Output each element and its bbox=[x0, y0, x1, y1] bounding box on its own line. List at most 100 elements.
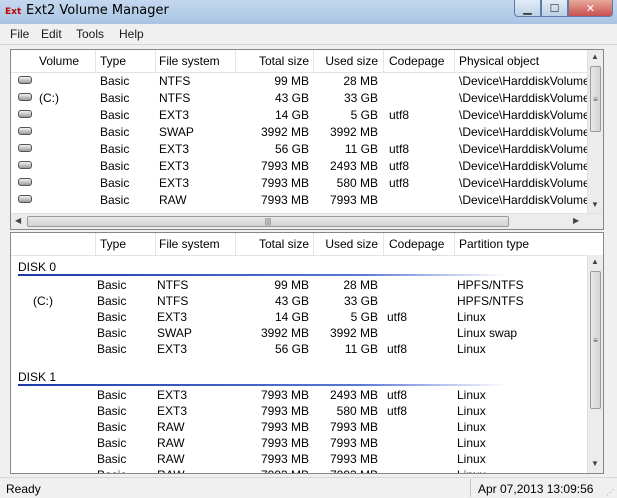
partition-row[interactable]: Basic RAW 7993 MB 7993 MB Linux bbox=[11, 450, 603, 467]
col-header-codepage[interactable]: Codepage bbox=[389, 237, 444, 251]
app-icon: Ext bbox=[5, 7, 22, 17]
maximize-button[interactable]: ☐ bbox=[541, 0, 568, 17]
scroll-left-icon[interactable]: ◀ bbox=[15, 216, 21, 225]
total-size-cell: 56 GB bbox=[274, 142, 309, 156]
used-size-cell: 33 GB bbox=[343, 91, 378, 105]
physical-object-cell: \Device\HarddiskVolume7 bbox=[459, 176, 597, 190]
menu-help[interactable]: Help bbox=[119, 27, 144, 41]
used-size-cell: 7993 MB bbox=[316, 468, 378, 473]
menu-edit[interactable]: Edit bbox=[41, 27, 62, 41]
status-datetime-panel: Apr 07,2013 13:09:56 bbox=[470, 479, 613, 497]
filesystem-cell: EXT3 bbox=[157, 342, 188, 356]
volume-row[interactable]: Basic EXT3 56 GB 11 GB utf8 \Device\HarddiskV… bbox=[11, 140, 603, 157]
partition-type-cell: Linux bbox=[457, 404, 486, 418]
scroll-down-icon[interactable]: ▼ bbox=[591, 200, 599, 209]
used-size-cell: 28 MB bbox=[343, 278, 378, 292]
codepage-cell: utf8 bbox=[387, 310, 408, 324]
partition-row[interactable]: Basic RAW 7993 MB 7993 MB Linux bbox=[11, 466, 603, 473]
type-cell: Basic bbox=[97, 310, 127, 324]
minimize-button[interactable]: ▁ bbox=[514, 0, 541, 17]
col-header-used-size[interactable]: Used size bbox=[316, 54, 378, 68]
filesystem-cell: RAW bbox=[157, 468, 185, 473]
used-size-cell: 11 GB bbox=[344, 342, 378, 356]
partition-row[interactable]: Basic RAW 7993 MB 7993 MB Linux bbox=[11, 418, 603, 435]
volume-row[interactable]: Basic RAW 7993 MB 7993 MB \Device\HarddiskVo… bbox=[11, 191, 603, 208]
disk-partition-list[interactable]: Type File system Total size Used size Co… bbox=[10, 232, 604, 474]
used-size-cell: 7993 MB bbox=[329, 436, 378, 450]
col-header-codepage[interactable]: Codepage bbox=[389, 54, 444, 68]
total-size-cell: 3992 MB bbox=[260, 326, 309, 340]
volume-row[interactable]: Basic EXT3 14 GB 5 GB utf8 \Device\HarddiskVo… bbox=[11, 106, 603, 123]
volume-list-hscroll-thumb[interactable]: ||| bbox=[27, 216, 509, 227]
col-header-used-size[interactable]: Used size bbox=[316, 237, 378, 251]
col-header-total-size[interactable]: Total size bbox=[238, 237, 309, 251]
col-header-total-size[interactable]: Total size bbox=[238, 54, 309, 68]
volume-list-vscrollbar[interactable]: ▲ ≡ ▼ bbox=[587, 50, 603, 214]
total-size-cell: 14 GB bbox=[274, 108, 309, 122]
used-size-cell: 11 GB bbox=[344, 142, 378, 156]
scroll-down-icon[interactable]: ▼ bbox=[591, 459, 599, 468]
volume-list[interactable]: Volume Type File system Total size Used … bbox=[10, 49, 604, 230]
total-size-cell: 99 MB bbox=[274, 278, 309, 292]
col-header-partition-type[interactable]: Partition type bbox=[459, 237, 529, 251]
used-size-cell: 3992 MB bbox=[329, 125, 378, 139]
codepage-cell: utf8 bbox=[387, 388, 408, 402]
menu-file[interactable]: File bbox=[10, 27, 29, 41]
volume-row[interactable]: Basic EXT3 7993 MB 580 MB utf8 \Device\Harddi… bbox=[11, 174, 603, 191]
disk-list-vscrollbar[interactable]: ▲ ≡ ▼ bbox=[587, 255, 603, 473]
scroll-right-icon[interactable]: ▶ bbox=[573, 216, 579, 225]
disk-drive-icon bbox=[18, 76, 32, 84]
scroll-up-icon[interactable]: ▲ bbox=[591, 52, 599, 61]
used-size-cell: 7993 MB bbox=[329, 193, 378, 207]
volume-list-vscroll-thumb[interactable]: ≡ bbox=[590, 66, 601, 132]
status-bar: Ready Apr 07,2013 13:09:56 ⋰ bbox=[0, 477, 617, 498]
type-cell: Basic bbox=[97, 342, 127, 356]
physical-object-cell: \Device\HarddiskVolume8 bbox=[459, 193, 597, 207]
volume-row[interactable]: Basic SWAP 3992 MB 3992 MB \Device\HarddiskV… bbox=[11, 123, 603, 140]
total-size-cell: 43 GB bbox=[274, 91, 309, 105]
filesystem-cell: EXT3 bbox=[159, 176, 190, 190]
partition-row[interactable]: (C:) Basic NTFS 43 GB 33 GB HPFS/NTFS bbox=[11, 292, 603, 309]
partition-row[interactable]: Basic EXT3 7993 MB 580 MB utf8 Linux bbox=[11, 402, 603, 419]
type-cell: Basic bbox=[100, 108, 130, 122]
window-title: Ext2 Volume Manager bbox=[26, 3, 169, 18]
status-datetime: Apr 07,2013 13:09:56 bbox=[478, 482, 594, 496]
col-header-type[interactable]: Type bbox=[100, 54, 126, 68]
filesystem-cell: NTFS bbox=[157, 294, 189, 308]
filesystem-cell: NTFS bbox=[157, 278, 189, 292]
partition-row[interactable]: Basic NTFS 99 MB 28 MB HPFS/NTFS bbox=[11, 276, 603, 293]
codepage-cell: utf8 bbox=[389, 176, 410, 190]
volume-row[interactable]: (C:) Basic NTFS 43 GB 33 GB \Device\HarddiskV… bbox=[11, 89, 603, 106]
volume-row[interactable]: Basic EXT3 7993 MB 2493 MB utf8 \Device\Hardd… bbox=[11, 157, 603, 174]
partition-row[interactable]: Basic EXT3 14 GB 5 GB utf8 Linux bbox=[11, 308, 603, 325]
disk-drive-icon bbox=[18, 127, 32, 135]
col-header-filesystem[interactable]: File system bbox=[159, 237, 220, 251]
disk-drive-icon bbox=[18, 144, 32, 152]
disk-list-vscroll-thumb[interactable]: ≡ bbox=[590, 271, 601, 409]
total-size-cell: 7993 MB bbox=[260, 388, 309, 402]
filesystem-cell: RAW bbox=[157, 452, 185, 466]
col-header-volume[interactable]: Volume bbox=[39, 54, 79, 68]
partition-row[interactable]: Basic EXT3 56 GB 11 GB utf8 Linux bbox=[11, 340, 603, 357]
col-header-type[interactable]: Type bbox=[100, 237, 126, 251]
col-header-filesystem[interactable]: File system bbox=[159, 54, 220, 68]
physical-object-cell: \Device\HarddiskVolume1 bbox=[459, 74, 597, 88]
type-cell: Basic bbox=[100, 125, 130, 139]
col-header-physical-object[interactable]: Physical object bbox=[459, 54, 539, 68]
scroll-up-icon[interactable]: ▲ bbox=[591, 257, 599, 266]
partition-row[interactable]: Basic EXT3 7993 MB 2493 MB utf8 Linux bbox=[11, 386, 603, 403]
partition-row[interactable]: Basic SWAP 3992 MB 3992 MB Linux swap bbox=[11, 324, 603, 341]
type-cell: Basic bbox=[97, 452, 127, 466]
partition-type-cell: Linux bbox=[457, 436, 486, 450]
volume-list-hscrollbar[interactable]: ◀ ||| ▶ bbox=[11, 213, 603, 229]
volume-row[interactable]: Basic NTFS 99 MB 28 MB \Device\HarddiskVolum… bbox=[11, 72, 603, 89]
total-size-cell: 7993 MB bbox=[260, 176, 309, 190]
partition-row[interactable]: Basic RAW 7993 MB 7993 MB Linux bbox=[11, 434, 603, 451]
total-size-cell: 56 GB bbox=[274, 342, 309, 356]
close-icon: ✕ bbox=[585, 2, 596, 15]
resize-grip-icon[interactable]: ⋰ bbox=[606, 488, 616, 498]
type-cell: Basic bbox=[100, 159, 130, 173]
title-bar[interactable]: Ext Ext2 Volume Manager ▁ ☐ ✕ bbox=[0, 0, 617, 24]
close-button[interactable]: ✕ bbox=[568, 0, 613, 17]
menu-tools[interactable]: Tools bbox=[76, 27, 104, 41]
